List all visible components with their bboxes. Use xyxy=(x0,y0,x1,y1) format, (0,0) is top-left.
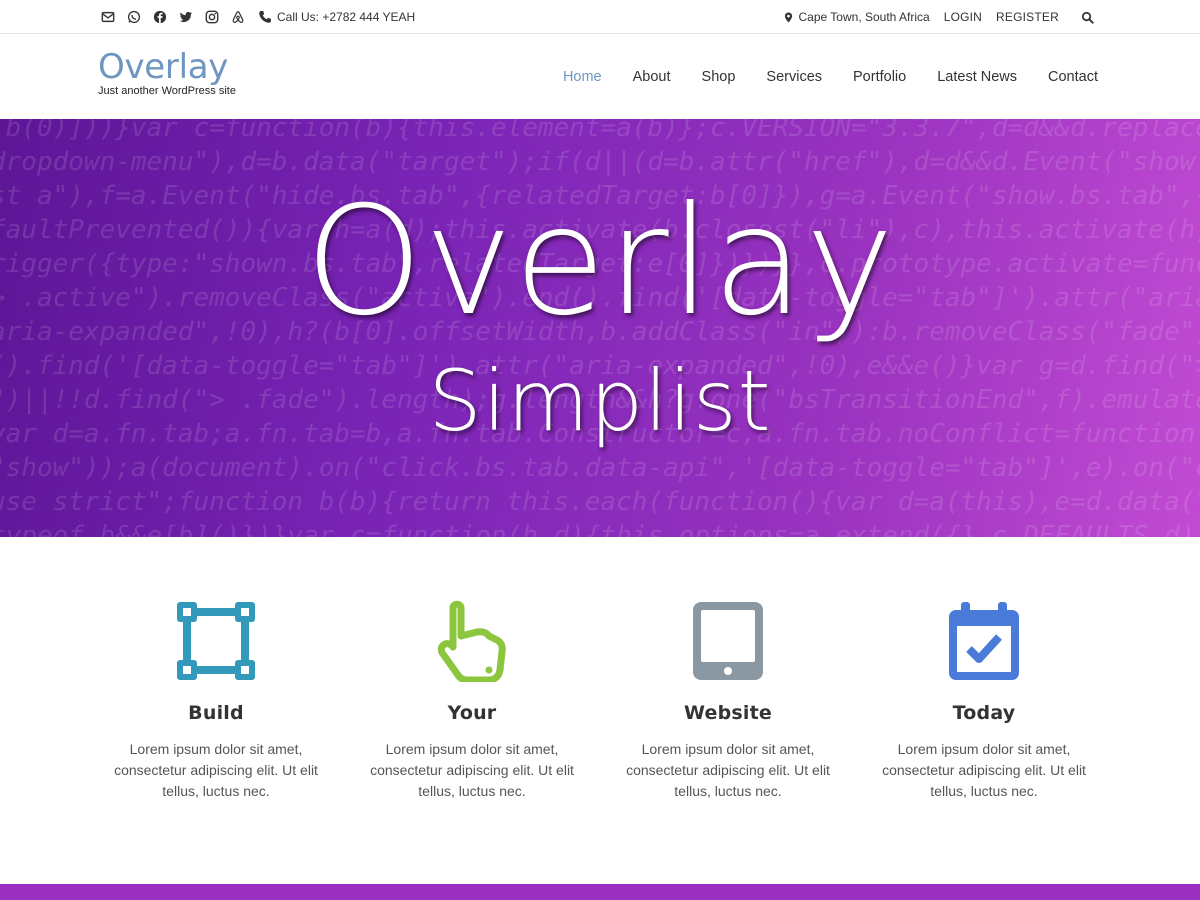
feature-text: Lorem ipsum dolor sit amet, consectetur … xyxy=(626,741,830,799)
nav-item-contact[interactable]: Contact xyxy=(1048,69,1098,85)
feature-title: Website xyxy=(684,702,772,724)
code-line: dropdown-menu"),d=b.data("target");if(d|… xyxy=(0,147,1200,177)
site-tagline: Just another WordPress site xyxy=(98,85,236,97)
pointing-hand-icon xyxy=(344,600,600,686)
hero-subtitle: Simplist xyxy=(428,352,772,450)
site-branding[interactable]: Overlay Just another WordPress site xyxy=(98,47,236,97)
feature-title: Your xyxy=(447,702,497,724)
nav-item-home[interactable]: Home xyxy=(563,69,602,85)
feature-title: Today xyxy=(952,702,1016,724)
code-line: [b(0)]))}var c=function(b){this.element=… xyxy=(0,119,1200,143)
twitter-icon[interactable] xyxy=(178,10,193,25)
crop-frame-icon xyxy=(88,600,344,686)
code-line: typeof b&&e[b]()})}var c=function(b,d){t… xyxy=(0,521,1200,537)
search-icon[interactable] xyxy=(1081,11,1094,24)
whatsapp-icon[interactable] xyxy=(126,10,141,25)
feature-text: Lorem ipsum dolor sit amet, consectetur … xyxy=(882,741,1086,799)
code-line: use strict";function b(b){return this.ea… xyxy=(0,487,1200,517)
hero-title: Overlay xyxy=(304,175,896,349)
code-line: "show"));a(document).on("click.bs.tab.da… xyxy=(0,453,1200,483)
feature-website: Website Lorem ipsum dolor sit amet, cons… xyxy=(600,600,856,802)
footer-bar xyxy=(0,884,1200,900)
call-us: Call Us: +2782 444 YEAH xyxy=(258,10,415,24)
register-link[interactable]: REGISTER xyxy=(996,10,1059,24)
nav-item-portfolio[interactable]: Portfolio xyxy=(853,69,906,85)
feature-build: Build Lorem ipsum dolor sit amet, consec… xyxy=(88,600,344,802)
phone-icon xyxy=(259,11,271,23)
features-section: Build Lorem ipsum dolor sit amet, consec… xyxy=(88,600,1112,802)
social-links: Call Us: +2782 444 YEAH xyxy=(100,0,415,34)
map-marker-icon xyxy=(784,12,792,22)
nav-item-latest-news[interactable]: Latest News xyxy=(937,69,1017,85)
site-header: Overlay Just another WordPress site Home… xyxy=(0,35,1200,119)
location-text: Cape Town, South Africa xyxy=(798,10,930,24)
calendar-check-icon xyxy=(856,600,1112,686)
nav-item-about[interactable]: About xyxy=(633,69,671,85)
instagram-icon[interactable] xyxy=(204,10,219,25)
nav-item-services[interactable]: Services xyxy=(766,69,822,85)
location: Cape Town, South Africa xyxy=(783,10,930,24)
facebook-icon[interactable] xyxy=(152,10,167,25)
call-us-text: Call Us: +2782 444 YEAH xyxy=(277,10,416,24)
feature-your: Your Lorem ipsum dolor sit amet, consect… xyxy=(344,600,600,802)
feature-text: Lorem ipsum dolor sit amet, consectetur … xyxy=(114,741,318,799)
feature-today: Today Lorem ipsum dolor sit amet, consec… xyxy=(856,600,1112,802)
login-link[interactable]: LOGIN xyxy=(944,10,982,24)
site-title[interactable]: Overlay xyxy=(98,47,236,87)
topbar-right: Cape Town, South Africa LOGIN REGISTER xyxy=(783,0,1095,34)
envelope-icon[interactable] xyxy=(100,10,115,25)
airbnb-icon[interactable] xyxy=(230,10,245,25)
top-utility-bar: Call Us: +2782 444 YEAH Cape Town, South… xyxy=(0,0,1200,34)
nav-item-shop[interactable]: Shop xyxy=(702,69,736,85)
hero-banner: [b(0)]))}var c=function(b){this.element=… xyxy=(0,119,1200,537)
main-navigation: Home About Shop Services Portfolio Lates… xyxy=(563,35,1098,119)
feature-text: Lorem ipsum dolor sit amet, consectetur … xyxy=(370,741,574,799)
feature-title: Build xyxy=(188,702,244,724)
tablet-icon xyxy=(600,600,856,686)
